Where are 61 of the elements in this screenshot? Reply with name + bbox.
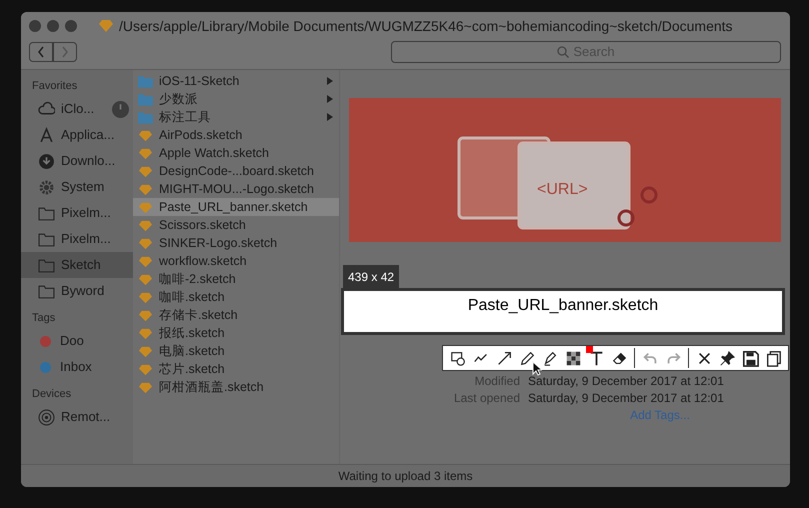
diamond-icon (139, 272, 152, 286)
section-header: Devices (31, 387, 72, 402)
shapes-icon (450, 350, 466, 366)
zoom-button[interactable] (65, 20, 77, 32)
diamond-icon (99, 20, 113, 32)
gear-icon (38, 178, 55, 196)
diamond-icon (139, 344, 152, 358)
letter-a-icon (38, 126, 55, 144)
pin-icon (718, 350, 736, 366)
text-icon (588, 350, 604, 366)
diamond-icon (139, 164, 152, 178)
disclosure-arrow-icon (327, 95, 333, 103)
close-button[interactable] (29, 20, 41, 32)
copy-icon (764, 350, 782, 366)
diamond-icon (139, 236, 152, 250)
chevron-icon (37, 46, 45, 58)
folder-icon (138, 74, 153, 88)
window-title: /Users/apple/Library/Mobile Documents/WUGMZZ5K46~com~bohemiancoding~sketch/Documents (119, 16, 733, 36)
download-icon (38, 152, 55, 170)
diamond-icon (139, 326, 152, 340)
filename-text: Paste_URL_banner.sketch (468, 296, 658, 316)
cursor-icon (532, 361, 542, 376)
diamond-icon (139, 254, 152, 268)
diamond-icon (139, 182, 152, 196)
search-icon (557, 46, 570, 58)
disc-icon (38, 408, 55, 426)
info-value: Saturday, 9 December 2017 at 12:01 (528, 372, 724, 390)
minimize-button[interactable] (47, 20, 59, 32)
disclosure-arrow-icon (327, 113, 333, 121)
diamond-icon (139, 380, 152, 394)
diamond-icon (139, 362, 152, 376)
diamond-icon (139, 128, 152, 142)
chevron-icon (61, 46, 69, 58)
diamond-icon (139, 218, 152, 232)
save-icon (742, 350, 758, 366)
mosaic-icon (564, 350, 582, 366)
diamond-icon (139, 146, 152, 160)
folder-icon (38, 282, 55, 300)
size-label: 439 x 42 (343, 265, 400, 289)
section-header: Favorites (31, 79, 78, 94)
folder-icon (38, 256, 55, 274)
folder-icon (138, 92, 153, 106)
clock-icon (112, 100, 129, 118)
pencil-icon (518, 350, 536, 366)
folder-icon (138, 110, 153, 124)
status-text: Waiting to upload 3 items (338, 468, 473, 485)
arrow-icon (496, 350, 512, 366)
sidebar-item[interactable]: Sketch (21, 252, 133, 278)
banner-drawing: <URL> (349, 98, 781, 242)
file-row[interactable]: Paste_URL_banner.sketch (133, 198, 339, 216)
disclosure-arrow-icon (327, 77, 333, 85)
marker-icon (542, 350, 558, 366)
diamond-icon (139, 200, 152, 214)
info-value: Saturday, 9 December 2017 at 12:01 (528, 390, 724, 406)
diamond-icon (139, 308, 152, 322)
folder-icon (38, 204, 55, 222)
back-button[interactable] (29, 42, 53, 62)
cloud-icon (38, 100, 55, 118)
section-header: Tags (31, 311, 56, 326)
folder-icon (38, 230, 55, 248)
diamond-icon (139, 290, 152, 304)
